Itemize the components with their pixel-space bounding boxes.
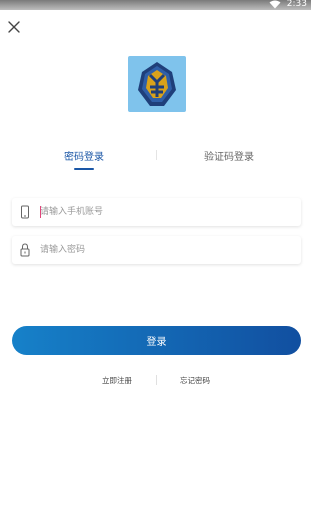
status-time: 2:33: [286, 0, 307, 9]
tab-active-indicator: [74, 168, 94, 170]
login-tabs: 密码登录 验证码登录: [0, 140, 311, 172]
forgot-password-link[interactable]: 忘记密码: [180, 375, 210, 386]
tab-code-login[interactable]: 验证码登录: [204, 148, 254, 163]
bottom-links: 立即注册 忘记密码: [0, 374, 311, 388]
phone-input[interactable]: [40, 202, 290, 222]
lock-icon: [20, 243, 30, 257]
register-link[interactable]: 立即注册: [102, 375, 132, 386]
links-divider: [156, 375, 157, 385]
login-button[interactable]: 登录: [12, 326, 301, 355]
tab-password-login[interactable]: 密码登录: [64, 148, 104, 163]
close-icon[interactable]: [7, 20, 21, 34]
app-logo-icon-graphic: [138, 62, 176, 106]
status-bar: 2:33: [0, 0, 311, 10]
tab-divider: [156, 150, 157, 160]
wifi-icon: [269, 0, 281, 9]
phone-icon: [21, 205, 29, 219]
password-input[interactable]: [40, 240, 290, 260]
phone-field[interactable]: [12, 198, 301, 226]
app-logo-icon: [128, 56, 186, 112]
password-field[interactable]: [12, 236, 301, 264]
text-caret: [40, 206, 41, 218]
